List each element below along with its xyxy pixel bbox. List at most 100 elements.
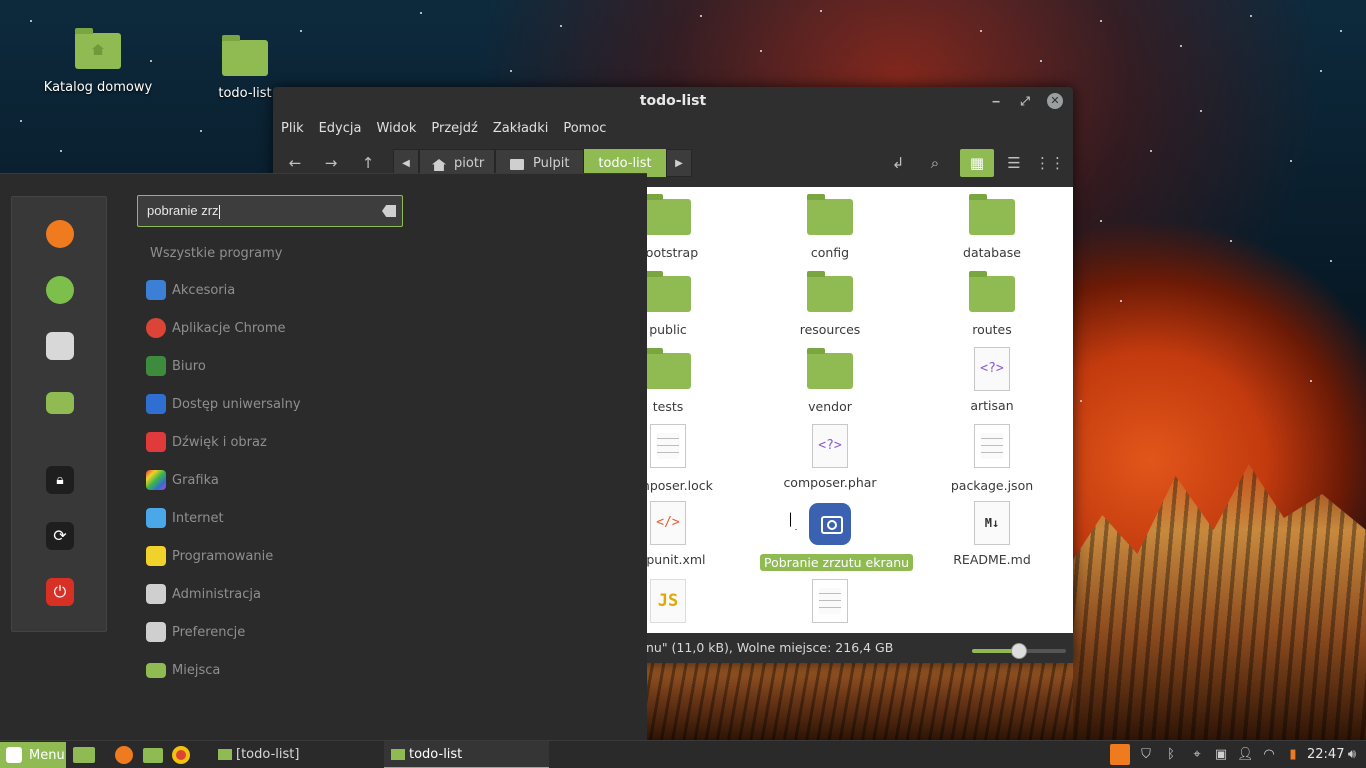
file-label: routes xyxy=(972,322,1012,337)
files-launcher-icon[interactable] xyxy=(143,748,163,763)
user-icon[interactable]: 👤︎ xyxy=(1237,747,1254,763)
maximize-button[interactable]: ⤢ xyxy=(1017,93,1033,109)
file-item[interactable]: package.json xyxy=(922,424,1062,494)
folder-icon xyxy=(647,271,691,312)
wifi-icon[interactable]: ◠ xyxy=(1261,747,1277,763)
close-button[interactable]: ✕ xyxy=(1047,93,1063,109)
window-titlebar[interactable]: todo-list ‒ ⤢ ✕ xyxy=(273,87,1073,115)
chrome-launcher-icon[interactable] xyxy=(172,746,190,764)
bluetooth-icon[interactable]: ᛒ xyxy=(1163,747,1179,763)
desktop-icon-home[interactable]: Katalog domowy xyxy=(43,28,153,95)
menu-plik[interactable]: Plik xyxy=(281,121,304,136)
file-item[interactable]: resources xyxy=(760,271,900,338)
file-label: Pobranie zrzutu ekranu xyxy=(760,554,914,571)
file-item[interactable]: routes xyxy=(922,271,1062,338)
category-aplikacje-chrome[interactable]: Aplikacje Chrome xyxy=(146,317,286,339)
file-item[interactable]: public xyxy=(647,271,738,338)
file-item[interactable]: composer.lock xyxy=(647,424,738,494)
menu-widok[interactable]: Widok xyxy=(376,121,416,136)
search-icon[interactable]: ⌕ xyxy=(923,149,947,177)
multimedia-icon xyxy=(146,432,166,452)
taskbar-window-todo-list[interactable]: todo-list xyxy=(384,741,549,768)
file-item[interactable]: database xyxy=(922,194,1062,261)
volume-icon[interactable]: 🔊︎ xyxy=(1344,747,1360,763)
category-administracja[interactable]: Administracja xyxy=(146,583,261,605)
php-file-icon: <?> xyxy=(812,424,848,468)
category-biuro[interactable]: Biuro xyxy=(146,355,206,377)
search-input[interactable]: pobranie zrz xyxy=(137,195,403,227)
location-icon[interactable]: ⌖ xyxy=(1189,747,1205,763)
taskbar-window-todo-list-minimized[interactable]: [todo-list] xyxy=(218,741,378,768)
software-manager-icon[interactable] xyxy=(46,276,74,304)
logout-icon[interactable]: ⟳ xyxy=(46,522,74,550)
internet-icon xyxy=(146,508,166,528)
category-miejsca[interactable]: Miejsca xyxy=(146,659,220,681)
category-dostep-uniwersalny[interactable]: Dostęp uniwersalny xyxy=(146,393,301,415)
text-file-icon xyxy=(812,579,848,623)
file-label: composer.lock xyxy=(647,478,713,493)
firefox-launcher-icon[interactable] xyxy=(115,746,133,764)
zoom-slider[interactable] xyxy=(972,643,1066,659)
menu-edycja[interactable]: Edycja xyxy=(319,121,362,136)
clock[interactable]: 22:47 xyxy=(1307,741,1344,768)
desktop-icon xyxy=(510,159,524,170)
files-icon[interactable] xyxy=(46,392,74,414)
screenshot-icon[interactable]: ▣ xyxy=(1213,747,1229,763)
category-programowanie[interactable]: Programowanie xyxy=(146,545,273,567)
folder-icon xyxy=(807,194,853,235)
firefox-icon[interactable] xyxy=(46,220,74,248)
menu-pomoc[interactable]: Pomoc xyxy=(563,121,606,136)
category-preferencje[interactable]: Preferencje xyxy=(146,621,245,643)
list-view-icon[interactable]: ☰ xyxy=(999,149,1029,177)
icon-view-icon[interactable]: ▦ xyxy=(960,149,994,177)
file-view[interactable]: bootstrap config database public resourc… xyxy=(647,187,1073,633)
lock-screen-icon[interactable]: 🔒︎ xyxy=(46,466,74,494)
battery-icon[interactable]: ▮ xyxy=(1285,747,1301,763)
menu-button[interactable]: Menu xyxy=(0,742,66,768)
xampp-icon[interactable] xyxy=(1110,744,1130,765)
shield-icon[interactable]: ⛉ xyxy=(1138,747,1154,763)
menu-przejdz[interactable]: Przejdź xyxy=(431,121,477,136)
window-title: todo-list xyxy=(639,93,707,109)
star xyxy=(20,120,22,122)
file-item[interactable]: JS xyxy=(647,579,738,623)
file-item[interactable]: </> phpunit.xml xyxy=(647,501,738,568)
settings-icon[interactable] xyxy=(46,332,74,360)
menu-zakladki[interactable]: Zakładki xyxy=(493,121,548,136)
file-item[interactable]: <?> artisan xyxy=(922,347,1062,414)
category-akcesoria[interactable]: Akcesoria xyxy=(146,279,235,301)
category-all-programs[interactable]: Wszystkie programy xyxy=(150,246,282,261)
js-file-icon: JS xyxy=(650,579,686,623)
file-item-selected[interactable]: Pobranie zrzutu ekranu xyxy=(760,503,914,571)
star xyxy=(1340,30,1342,32)
star xyxy=(700,15,702,17)
file-item[interactable]: config xyxy=(760,194,900,261)
file-item[interactable]: <?> composer.phar xyxy=(760,424,900,491)
show-desktop-icon[interactable] xyxy=(73,747,95,763)
folder-icon xyxy=(647,348,691,389)
clear-search-icon[interactable] xyxy=(382,205,396,217)
file-item[interactable]: tests xyxy=(647,348,738,415)
toggle-location-icon[interactable]: ↲ xyxy=(886,149,910,177)
status-bar: "Pobranie zrzutu ekranu" (11,0 kB), Woln… xyxy=(511,633,1073,663)
compact-view-icon[interactable]: ⋮⋮ xyxy=(1035,149,1065,177)
administration-icon xyxy=(146,584,166,604)
file-item[interactable] xyxy=(760,579,900,626)
zoom-slider-handle[interactable] xyxy=(1011,643,1027,659)
file-item[interactable]: M↓ README.md xyxy=(922,501,1062,568)
minimize-button[interactable]: ‒ xyxy=(988,93,1004,109)
category-dzwiek-i-obraz[interactable]: Dźwięk i obraz xyxy=(146,431,267,453)
category-grafika[interactable]: Grafika xyxy=(146,469,219,491)
file-label: config xyxy=(810,245,850,260)
file-label: tests xyxy=(652,399,684,414)
file-item[interactable]: bootstrap xyxy=(647,194,738,261)
file-item[interactable]: vendor xyxy=(760,348,900,415)
star xyxy=(420,12,422,14)
shutdown-icon[interactable]: ⏻ xyxy=(46,578,74,606)
star xyxy=(1150,150,1152,152)
star xyxy=(980,30,982,32)
file-label: package.json xyxy=(950,478,1034,493)
breadcrumb-right-arrow[interactable]: ▶ xyxy=(666,149,692,177)
category-internet[interactable]: Internet xyxy=(146,507,224,529)
star xyxy=(1100,220,1102,222)
